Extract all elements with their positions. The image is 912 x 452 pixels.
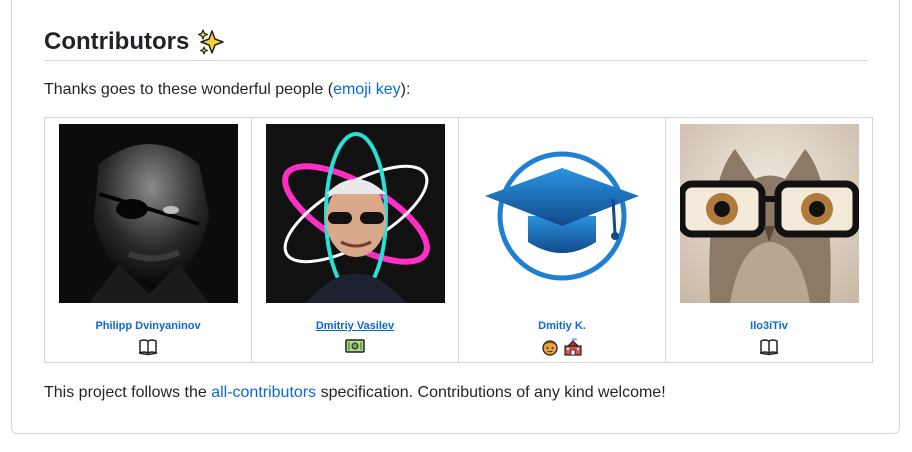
all-contributors-link[interactable]: all-contributors (211, 384, 316, 401)
contributors-heading: Contributors (44, 24, 868, 61)
contributor-avatar-ilo3itiv[interactable] (679, 124, 859, 303)
contribution-types (666, 338, 872, 358)
footer-text: This project follows the all-contributor… (44, 384, 666, 401)
sparkles-icon (197, 28, 225, 56)
contributor-avatar-dmitiy[interactable] (472, 124, 652, 303)
contribution-types (45, 338, 251, 358)
contribution-types (459, 338, 665, 358)
contributor-cell: Dmitiy K. (458, 117, 666, 363)
book-icon[interactable] (138, 338, 158, 356)
contributor-cell: Philipp Dvinyaninov (44, 117, 252, 363)
contribution-types (252, 338, 458, 358)
mentor-face-icon[interactable] (541, 338, 559, 356)
contributors-table: Philipp Dvinyaninov Dmitriy Vasilev Dmit… (44, 117, 873, 363)
contributor-name-philipp[interactable]: Philipp Dvinyaninov (45, 319, 251, 333)
section-title: Contributors (44, 28, 190, 55)
contributor-avatar-philipp[interactable] (58, 124, 238, 303)
contributor-avatar-dmitriy[interactable] (265, 124, 445, 303)
contributor-name-ilo3itiv[interactable]: Ilo3iTiv (666, 319, 872, 333)
contributor-cell: Ilo3iTiv (665, 117, 873, 363)
book-icon[interactable] (759, 338, 779, 356)
emoji-key-link[interactable]: emoji key (333, 81, 401, 98)
dollar-bill-icon[interactable] (345, 338, 365, 354)
school-icon[interactable] (563, 338, 583, 356)
contributor-name-dmitriy[interactable]: Dmitriy Vasilev (252, 319, 458, 333)
contributor-cell: Dmitriy Vasilev (251, 117, 459, 363)
thanks-text: Thanks goes to these wonderful people (e… (44, 81, 411, 98)
contributor-name-dmitiy[interactable]: Dmitiy K. (459, 319, 665, 333)
